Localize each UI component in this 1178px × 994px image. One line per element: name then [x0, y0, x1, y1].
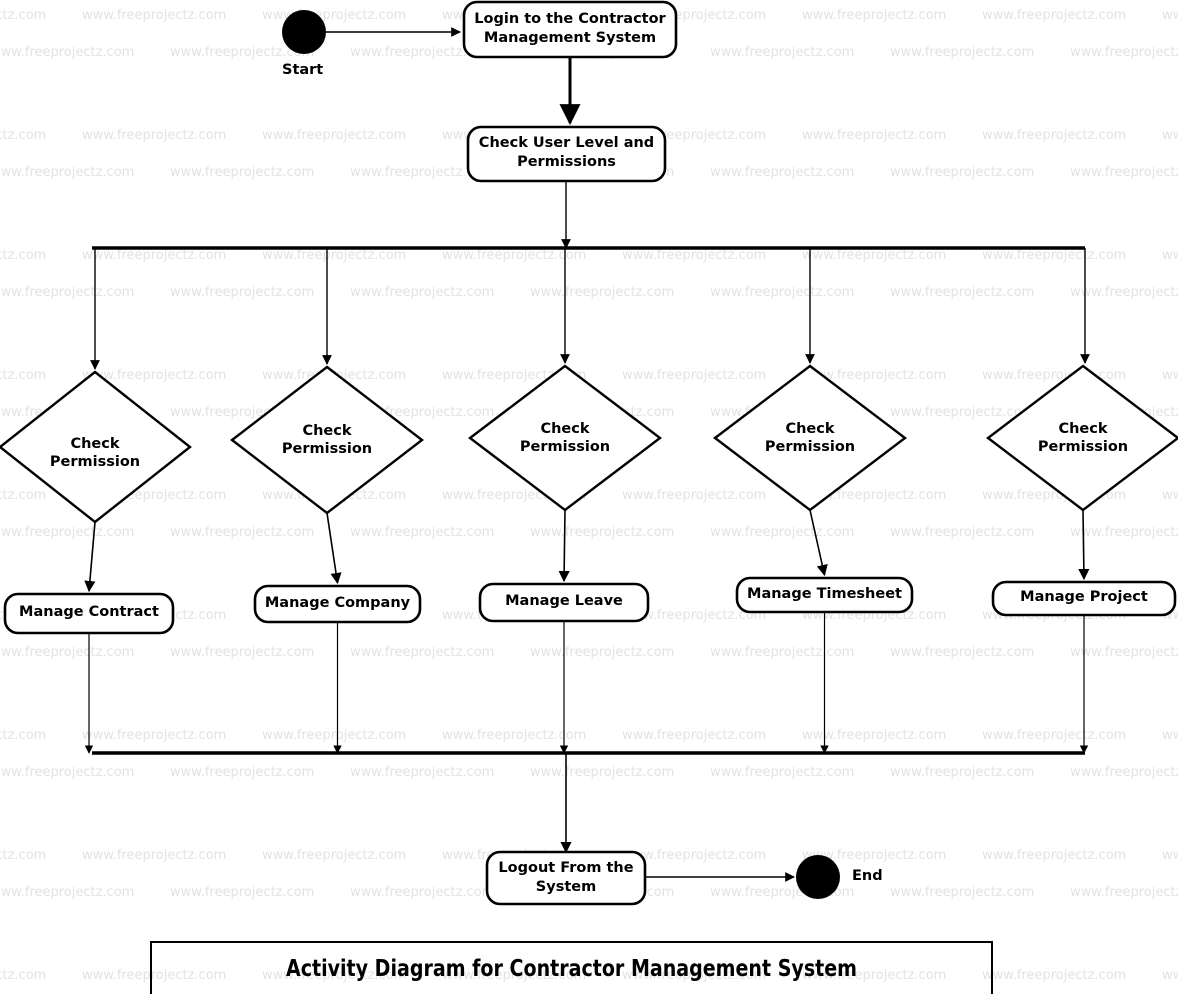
end-node-circle[interactable] — [796, 855, 840, 899]
flow-shapes — [0, 0, 1178, 906]
edge-decision-to-activity-contract — [84, 521, 96, 593]
activity-diagram-canvas: www.freeprojectz.comwww.freeprojectz.com… — [0, 0, 1178, 994]
diagram-title: Activity Diagram for Contractor Manageme… — [285, 955, 858, 982]
start-node-circle[interactable] — [282, 10, 326, 54]
activity-node-company[interactable] — [253, 584, 422, 624]
diagram-title-box: Activity Diagram for Contractor Manageme… — [150, 941, 993, 994]
edge-decision-to-activity-leave — [558, 509, 570, 583]
edge-decision-to-activity-timesheet — [809, 509, 828, 577]
activity-node-timesheet[interactable] — [735, 576, 914, 614]
activity-node-checkuser[interactable] — [466, 125, 667, 183]
activity-node-login[interactable] — [462, 0, 678, 59]
decision-node-d1[interactable] — [0, 370, 192, 524]
decision-node-d5[interactable] — [986, 364, 1178, 512]
activity-node-project[interactable] — [991, 580, 1177, 617]
activity-node-leave[interactable] — [478, 582, 650, 623]
decision-node-d4[interactable] — [713, 364, 907, 512]
activity-node-contract[interactable] — [3, 592, 175, 635]
activity-node-logout[interactable] — [485, 850, 647, 906]
edge-decision-to-activity-company — [326, 512, 342, 585]
decision-node-d2[interactable] — [230, 365, 424, 515]
decision-node-d3[interactable] — [468, 364, 662, 512]
edge-decision-to-activity-project — [1078, 509, 1090, 581]
diagram-vector-layer — [0, 0, 1178, 906]
